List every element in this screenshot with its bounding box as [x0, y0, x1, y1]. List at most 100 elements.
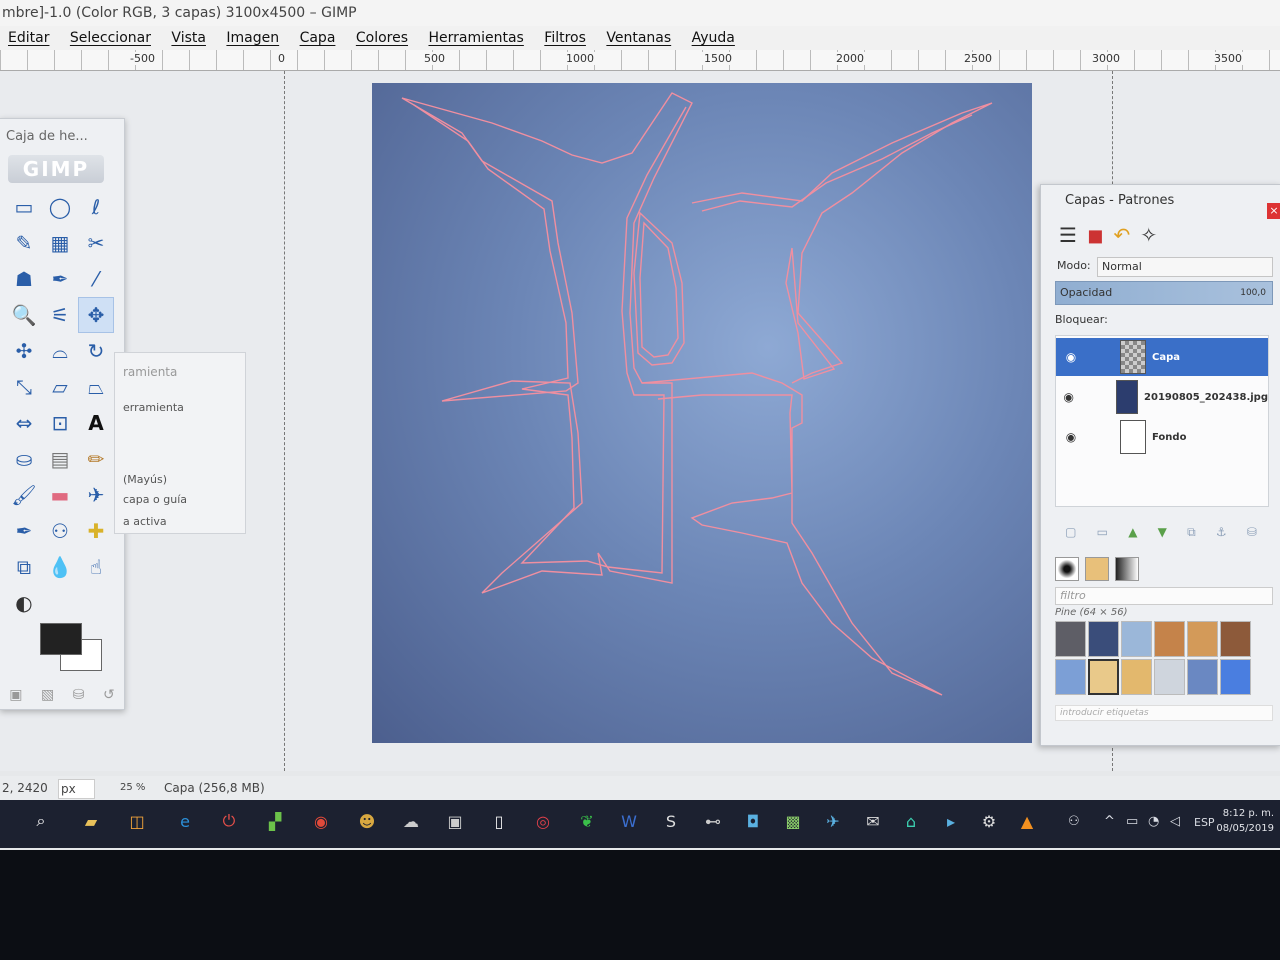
paths-tab-icon[interactable]: ✧ — [1140, 223, 1157, 247]
app-icon[interactable]: ▩ — [780, 808, 806, 834]
cage-transform-icon[interactable]: ⊡ — [42, 405, 78, 441]
color-swatches[interactable] — [38, 621, 108, 671]
pattern-swatch[interactable] — [1088, 621, 1119, 657]
chrome-icon[interactable]: ◉ — [308, 808, 334, 834]
opacity-slider[interactable]: Opacidad 100,0 — [1055, 281, 1273, 305]
app-icon[interactable]: ✈ — [820, 808, 846, 834]
menu-capa[interactable]: Capa — [292, 26, 344, 50]
store-icon[interactable]: ◫ — [124, 808, 150, 834]
bucket-fill-icon[interactable]: ⛀ — [6, 441, 42, 477]
app-icon[interactable]: ⌂ — [898, 808, 924, 834]
app-icon[interactable]: ❦ — [574, 808, 600, 834]
scissors-select-icon[interactable]: ✂ — [78, 225, 114, 261]
mail-icon[interactable]: ✉ — [860, 808, 886, 834]
fuzzy-select-icon[interactable]: ✎ — [6, 225, 42, 261]
clock[interactable]: 8:12 p. m. 08/05/2019 — [1216, 806, 1274, 836]
app-icon[interactable]: ◘ — [740, 808, 766, 834]
save-options-icon[interactable]: ▣ — [9, 687, 22, 703]
lower-layer-icon[interactable]: ▼ — [1158, 525, 1167, 540]
new-group-icon[interactable]: ▭ — [1097, 525, 1108, 540]
ellipse-select-icon[interactable]: ◯ — [42, 189, 78, 225]
gimp-taskbar-icon[interactable]: ☻ — [354, 808, 380, 834]
media-app-icon[interactable]: ◎ — [530, 808, 556, 834]
mode-select[interactable]: Normal — [1097, 257, 1273, 277]
folder-icon[interactable]: ▰ — [78, 808, 104, 834]
foreground-color[interactable] — [40, 623, 82, 655]
volume-icon[interactable]: ◁ — [1170, 814, 1180, 829]
pattern-swatch[interactable] — [1154, 621, 1185, 657]
delete-options-icon[interactable]: ⛁ — [73, 687, 85, 703]
smudge-icon[interactable]: ☝ — [78, 549, 114, 585]
clone-icon[interactable]: ⚇ — [42, 513, 78, 549]
measure-icon[interactable]: ⚟ — [42, 297, 78, 333]
free-select-icon[interactable]: ℓ — [78, 189, 114, 225]
pattern-swatch[interactable] — [1154, 659, 1185, 695]
menu-herramientas[interactable]: Herramientas — [420, 26, 531, 50]
gradient-selector[interactable] — [1115, 557, 1139, 581]
maps-icon[interactable]: ▞ — [262, 808, 288, 834]
raise-layer-icon[interactable]: ▲ — [1128, 525, 1137, 540]
airbrush-icon[interactable]: ✈ — [78, 477, 114, 513]
reset-options-icon[interactable]: ↺ — [103, 687, 115, 703]
perspective-clone-icon[interactable]: ⧉ — [6, 549, 42, 585]
align-icon[interactable]: ✣ — [6, 333, 42, 369]
tags-input[interactable]: introducir etiquetas — [1055, 705, 1273, 721]
people-icon[interactable]: ⚇ — [1068, 814, 1080, 829]
word-icon[interactable]: W — [616, 808, 642, 834]
move-icon[interactable]: ✥ — [78, 297, 114, 333]
delete-layer-icon[interactable]: ⛁ — [1247, 525, 1257, 540]
pattern-swatch[interactable] — [1220, 621, 1251, 657]
pattern-swatch[interactable] — [1088, 659, 1119, 695]
menu-filtros[interactable]: Filtros — [536, 26, 594, 50]
gear-icon[interactable]: ⚙ — [976, 808, 1002, 834]
pattern-swatch[interactable] — [1187, 621, 1218, 657]
eye-icon[interactable]: ◉ — [1056, 350, 1086, 364]
tool-options-label[interactable]: capa o guía — [123, 493, 187, 506]
pattern-swatch[interactable] — [1055, 621, 1086, 657]
paths-icon[interactable]: ✒ — [42, 261, 78, 297]
close-icon[interactable]: × — [1267, 203, 1280, 219]
power-app-icon[interactable]: ⏻ — [216, 808, 242, 834]
chevron-up-icon[interactable]: ^ — [1104, 814, 1115, 829]
menu-ayuda[interactable]: Ayuda — [684, 26, 743, 50]
scale-icon[interactable]: ⤡ — [6, 369, 42, 405]
filter-input[interactable]: filtro — [1055, 587, 1273, 605]
duplicate-layer-icon[interactable]: ⧉ — [1187, 525, 1196, 540]
pattern-selector[interactable] — [1085, 557, 1109, 581]
color-picker-icon[interactable]: ⁄ — [78, 261, 114, 297]
menu-vista[interactable]: Vista — [163, 26, 214, 50]
notepad-icon[interactable]: ▯ — [486, 808, 512, 834]
app-icon[interactable]: S — [658, 808, 684, 834]
text-tool-icon[interactable]: A — [78, 405, 114, 441]
undo-history-tab-icon[interactable]: ↶ — [1114, 223, 1131, 247]
channels-tab-icon[interactable]: ◼ — [1087, 223, 1104, 247]
layer-row[interactable]: ◉ 20190805_202438.jpg — [1056, 378, 1268, 416]
layer-row[interactable]: ◉ Capa — [1056, 338, 1268, 376]
pattern-swatch[interactable] — [1220, 659, 1251, 695]
pattern-swatch[interactable] — [1187, 659, 1218, 695]
zoom-select[interactable]: 25 % — [120, 776, 145, 800]
menu-imagen[interactable]: Imagen — [218, 26, 287, 50]
pattern-swatch[interactable] — [1121, 621, 1152, 657]
eye-icon[interactable]: ◉ — [1056, 430, 1086, 444]
pattern-swatch[interactable] — [1055, 659, 1086, 695]
menu-colores[interactable]: Colores — [348, 26, 416, 50]
cloud-app-icon[interactable]: ☁ — [398, 808, 424, 834]
pencil-icon[interactable]: ✏ — [78, 441, 114, 477]
anchor-layer-icon[interactable]: ⚓ — [1216, 525, 1227, 540]
battery-icon[interactable]: ▭ — [1126, 814, 1138, 829]
wifi-icon[interactable]: ◔ — [1148, 814, 1159, 829]
eraser-icon[interactable]: ▬ — [42, 477, 78, 513]
paintbrush-icon[interactable]: 🖌 — [6, 477, 42, 513]
shear-icon[interactable]: ▱ — [42, 369, 78, 405]
pattern-swatch[interactable] — [1121, 659, 1152, 695]
tool-options-label[interactable]: a activa — [123, 515, 167, 528]
zoom-icon[interactable]: 🔍 — [6, 297, 42, 333]
language-indicator[interactable]: ESP — [1194, 816, 1215, 829]
eye-icon[interactable]: ◉ — [1056, 390, 1082, 404]
horizontal-ruler[interactable]: -500 0 500 1000 1500 2000 2500 3000 3500 — [0, 50, 1280, 71]
vlc-icon[interactable]: ▲ — [1014, 808, 1040, 834]
perspective-icon[interactable]: ⏢ — [78, 369, 114, 405]
select-by-color-icon[interactable]: ▦ — [42, 225, 78, 261]
crop-icon[interactable]: ⌓ — [42, 333, 78, 369]
